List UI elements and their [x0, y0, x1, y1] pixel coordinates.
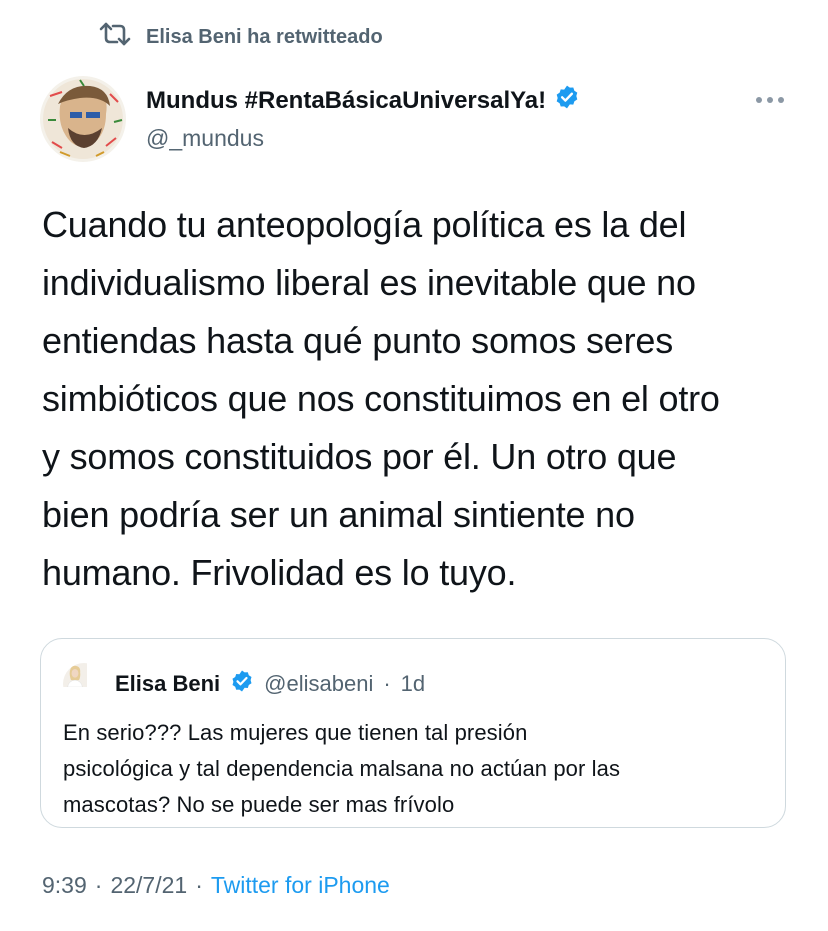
retweet-icon [98, 21, 132, 53]
tweet-date: 22/7/21 [110, 872, 188, 898]
retweet-context[interactable]: Elisa Beni ha retwitteado [98, 20, 383, 54]
verified-badge-icon [554, 84, 580, 117]
tweet-source-link[interactable]: Twitter for iPhone [211, 872, 390, 899]
tweet-text: Cuando tu anteopología política es la de… [42, 196, 802, 602]
quoted-tweet-header: Elisa Beni @elisabeni · 1d [63, 663, 425, 705]
quoted-line: psicológica y tal dependencia malsana no… [63, 756, 621, 781]
quoted-author-name[interactable]: Elisa Beni [115, 671, 220, 697]
tweet-line: bien podría ser un animal sintiente no [42, 494, 635, 535]
quoted-author-avatar[interactable] [63, 663, 105, 705]
quoted-tweet-time: 1d [400, 671, 426, 696]
tweet-line: individualismo liberal es inevitable que… [42, 262, 696, 303]
separator-dot: · [195, 872, 203, 898]
tweet-time: 9:39 [42, 872, 87, 898]
tweet-line: Cuando tu anteopología política es la de… [42, 204, 687, 245]
tweet-line: y somos constituidos por él. Un otro que [42, 436, 677, 477]
tweet-line: entiendas hasta qué punto somos seres [42, 320, 674, 361]
separator-dot: · [94, 872, 103, 898]
quoted-tweet[interactable]: Elisa Beni @elisabeni · 1d En serio??? L… [40, 638, 786, 828]
quoted-tweet-text: En serio??? Las mujeres que tienen tal p… [63, 715, 763, 823]
more-options-icon[interactable] [750, 90, 790, 110]
verified-badge-icon [230, 669, 254, 699]
author-info[interactable]: Mundus #RentaBásicaUniversalYa! @_mundus [146, 84, 580, 152]
tweet-metadata: 9:39 · 22/7/21 · Twitter for iPhone [42, 872, 390, 899]
tweet-line: simbióticos que nos constituimos en el o… [42, 378, 720, 419]
separator-dot: · [383, 671, 391, 696]
quoted-author-handle[interactable]: @elisabeni [264, 671, 373, 697]
author-name[interactable]: Mundus #RentaBásicaUniversalYa! [146, 87, 546, 115]
quoted-line: mascotas? No se puede ser mas frívolo [63, 792, 455, 817]
quoted-line: En serio??? Las mujeres que tienen tal p… [63, 720, 528, 745]
author-avatar[interactable] [40, 76, 126, 162]
author-handle[interactable]: @_mundus [146, 125, 580, 152]
tweet-line: humano. Frivolidad es lo tuyo. [42, 552, 517, 593]
retweet-label: Elisa Beni ha retwitteado [146, 25, 383, 48]
